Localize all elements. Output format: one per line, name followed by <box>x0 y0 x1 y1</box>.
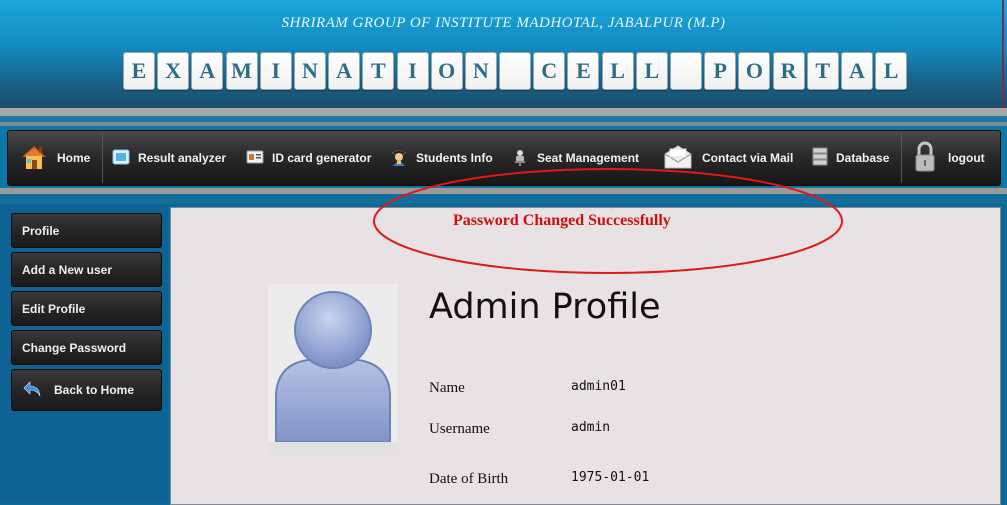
portal-title-letter: I <box>259 52 292 90</box>
name-label: Name <box>429 380 465 396</box>
house-icon <box>19 142 49 175</box>
nav-result-analyzer[interactable]: Result analyzer <box>112 131 226 185</box>
username-value: admin <box>571 420 611 435</box>
nav-home[interactable]: Home <box>19 131 90 185</box>
nav-home-label: Home <box>57 151 91 165</box>
portal-title-letter <box>499 52 532 90</box>
nav-result-analyzer-label: Result analyzer <box>138 151 227 165</box>
portal-title-letter: E <box>123 52 155 90</box>
nav-contact-via-mail-label: Contact via Mail <box>702 151 794 165</box>
header-separator <box>0 108 1007 116</box>
nav-divider <box>901 133 902 183</box>
sidebar-item-add-new-user[interactable]: Add a New user <box>11 252 162 287</box>
sidebar-item-back-to-home[interactable]: Back to Home <box>11 369 162 411</box>
portal-title-letter: X <box>157 52 190 90</box>
portal-title-letter: C <box>533 52 566 90</box>
portal-title-letter: A <box>840 52 873 90</box>
sidebar-item-edit-profile[interactable]: Edit Profile <box>11 291 162 326</box>
avatar <box>268 284 398 454</box>
sidebar-item-label: Profile <box>22 223 60 238</box>
nav-logout-label: logout <box>948 151 985 165</box>
portal-title-letter: T <box>806 52 839 90</box>
institute-name: SHRIRAM GROUP OF INSTITUTE MADHOTAL, JAB… <box>281 15 726 31</box>
nav-database-label: Database <box>836 151 890 165</box>
screen-icon <box>112 148 130 169</box>
sidebar-item-label: Add a New user <box>22 262 113 277</box>
portal-title-letter: T <box>362 52 395 90</box>
date-of-birth-value: 1975-01-01 <box>571 470 650 485</box>
sidebar-item-profile[interactable]: Profile <box>11 213 162 248</box>
portal-title-letter: I <box>396 52 429 90</box>
portal-title-letter: L <box>601 52 634 90</box>
portal-title-letter: E <box>567 52 600 90</box>
back-arrow-icon <box>22 379 42 402</box>
success-message: Password Changed Successfully <box>453 212 671 229</box>
id-card-icon <box>246 148 264 169</box>
page-title: Admin Profile <box>429 287 661 327</box>
nav-divider <box>102 133 103 183</box>
portal-title: EXAMINATION CELL PORTAL <box>123 52 909 92</box>
portal-title-letter: L <box>635 52 668 90</box>
portal-title-letter <box>670 52 702 90</box>
date-of-birth-label: Date of Birth <box>429 471 509 487</box>
sidebar-item-label: Back to Home <box>54 383 135 397</box>
portal-title-letter: N <box>293 52 326 90</box>
portal-title-letter: M <box>225 52 258 90</box>
username-label: Username <box>429 421 490 437</box>
portal-title-letter: A <box>328 52 361 90</box>
nav-students-info-label: Students Info <box>416 151 493 165</box>
portal-title-letter: P <box>704 52 737 90</box>
portal-title-letter: N <box>464 52 497 90</box>
portal-title-letter: O <box>738 52 771 90</box>
nav-id-card-generator[interactable]: ID card generator <box>246 131 371 185</box>
nav-seat-management-label: Seat Management <box>537 151 640 165</box>
portal-title-letter: L <box>875 52 908 90</box>
portal-title-letter: R <box>772 52 805 90</box>
sidebar-item-label: Change Password <box>22 340 127 355</box>
portal-title-letter: A <box>191 52 224 90</box>
nav-id-card-generator-label: ID card generator <box>272 151 372 165</box>
portal-title-letter: O <box>430 52 463 90</box>
name-value: admin01 <box>571 379 626 394</box>
sidebar-item-change-password[interactable]: Change Password <box>11 330 162 365</box>
padlock-icon <box>914 141 936 176</box>
site-header: SHRIRAM GROUP OF INSTITUTE MADHOTAL, JAB… <box>0 0 1007 108</box>
nav-logout[interactable]: logout <box>914 131 985 185</box>
sidebar-item-label: Edit Profile <box>22 301 86 316</box>
